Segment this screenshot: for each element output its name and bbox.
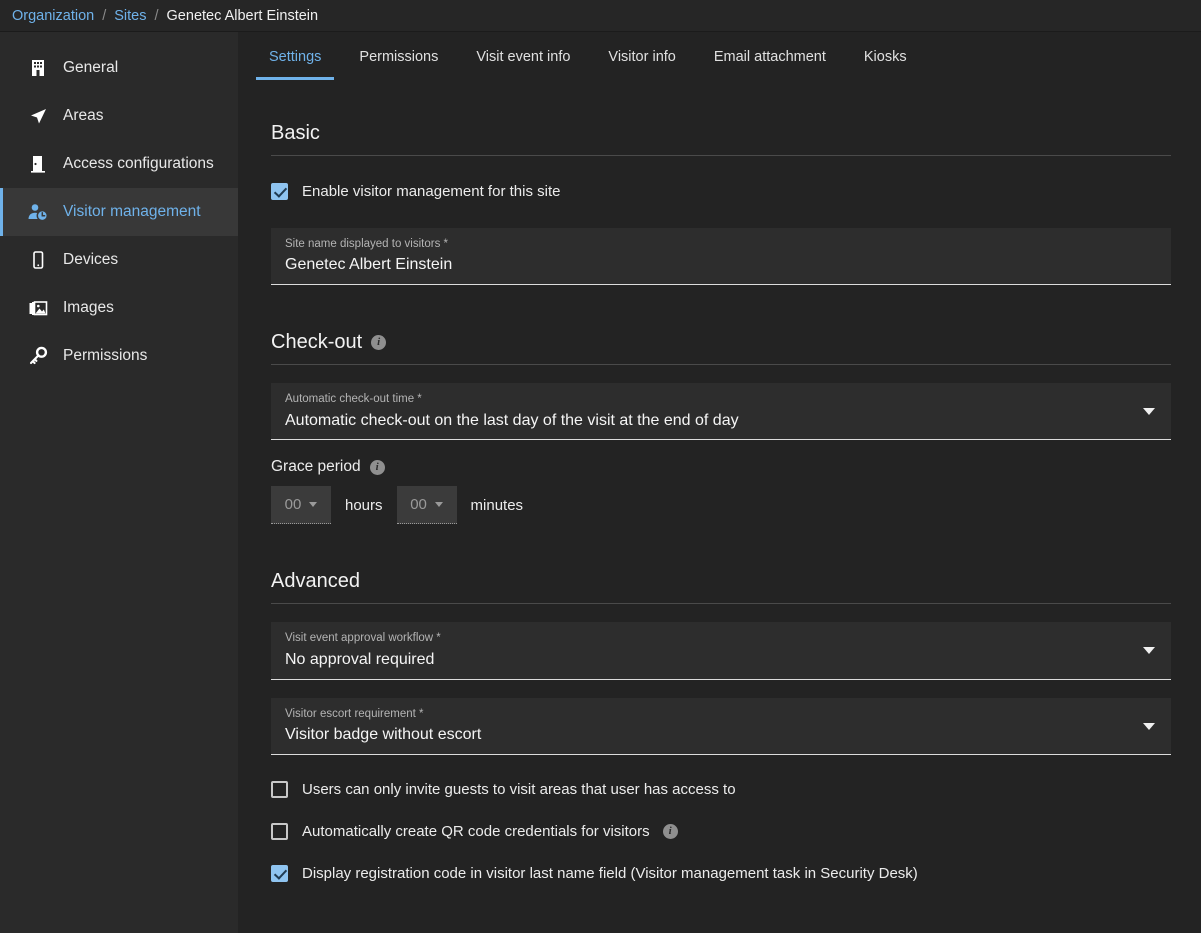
sidebar-item-label: Areas <box>63 107 104 125</box>
automatic-checkout-time-label: Automatic check-out time * <box>285 392 1157 406</box>
chevron-down-icon[interactable] <box>1143 408 1155 415</box>
chevron-down-icon <box>309 502 317 507</box>
tab-visitor-info[interactable]: Visitor info <box>595 49 688 80</box>
enable-visitor-management-checkbox[interactable] <box>271 183 288 200</box>
section-divider <box>271 364 1171 365</box>
tab-permissions[interactable]: Permissions <box>346 49 451 80</box>
info-icon[interactable]: i <box>663 824 678 839</box>
auto-qr-credentials-checkbox[interactable] <box>271 823 288 840</box>
automatic-checkout-time-select[interactable]: Automatic check-out time * Automatic che… <box>271 383 1171 440</box>
breadcrumb-organization[interactable]: Organization <box>12 8 94 24</box>
grace-period-row: 00 hours 00 minutes <box>271 486 1171 524</box>
section-title-checkout-text: Check-out <box>271 331 362 354</box>
sidebar-item-label: Devices <box>63 251 118 269</box>
sidebar-item-label: Permissions <box>63 347 147 365</box>
tab-email-attachment[interactable]: Email attachment <box>701 49 839 80</box>
grace-period-minutes-select[interactable]: 00 <box>397 486 457 524</box>
display-registration-code-row[interactable]: Display registration code in visitor las… <box>271 857 1171 891</box>
tab-settings[interactable]: Settings <box>256 49 334 80</box>
section-divider <box>271 603 1171 604</box>
main-content: Settings Permissions Visit event info Vi… <box>238 32 1201 933</box>
sidebar-item-label: Images <box>63 299 114 317</box>
site-name-label: Site name displayed to visitors * <box>285 237 1157 251</box>
grace-period-minutes-unit: minutes <box>471 497 524 514</box>
auto-qr-credentials-label: Automatically create QR code credentials… <box>302 823 650 840</box>
escort-requirement-select[interactable]: Visitor escort requirement * Visitor bad… <box>271 698 1171 755</box>
sidebar-item-label: Visitor management <box>63 203 201 221</box>
mobile-phone-icon <box>27 249 49 271</box>
breadcrumb-separator: / <box>155 8 159 24</box>
sidebar-item-permissions[interactable]: Permissions <box>0 332 238 380</box>
sidebar-item-areas[interactable]: Areas <box>0 92 238 140</box>
section-title-basic-text: Basic <box>271 122 320 145</box>
tab-visit-event-info[interactable]: Visit event info <box>463 49 583 80</box>
section-title-advanced: Advanced <box>271 570 1171 603</box>
escort-requirement-label: Visitor escort requirement * <box>285 707 1157 721</box>
grace-period-hours-select[interactable]: 00 <box>271 486 331 524</box>
site-name-field[interactable]: Site name displayed to visitors * Genete… <box>271 228 1171 285</box>
auto-qr-credentials-row[interactable]: Automatically create QR code credentials… <box>271 815 1171 849</box>
approval-workflow-select[interactable]: Visit event approval workflow * No appro… <box>271 622 1171 679</box>
info-icon[interactable]: i <box>370 460 385 475</box>
sidebar: General Areas Access configurations <box>0 32 238 933</box>
enable-visitor-management-row[interactable]: Enable visitor management for this site <box>271 174 1171 208</box>
chevron-down-icon[interactable] <box>1143 647 1155 654</box>
sidebar-item-label: General <box>63 59 118 77</box>
key-icon <box>27 345 49 367</box>
chevron-down-icon <box>435 502 443 507</box>
sidebar-item-images[interactable]: Images <box>0 284 238 332</box>
tab-bar: Settings Permissions Visit event info Vi… <box>238 32 1201 80</box>
invite-guests-restriction-label: Users can only invite guests to visit ar… <box>302 781 736 798</box>
breadcrumb: Organization / Sites / Genetec Albert Ei… <box>0 0 1201 32</box>
building-icon <box>27 57 49 79</box>
chevron-down-icon[interactable] <box>1143 723 1155 730</box>
approval-workflow-value: No approval required <box>285 650 1157 671</box>
tab-kiosks[interactable]: Kiosks <box>851 49 920 80</box>
breadcrumb-separator: / <box>102 8 106 24</box>
door-icon <box>27 153 49 175</box>
invite-guests-restriction-checkbox[interactable] <box>271 781 288 798</box>
section-title-basic: Basic <box>271 122 1171 155</box>
breadcrumb-sites[interactable]: Sites <box>114 8 146 24</box>
display-registration-code-label: Display registration code in visitor las… <box>302 865 918 882</box>
sidebar-item-visitor-management[interactable]: Visitor management <box>0 188 238 236</box>
info-icon[interactable]: i <box>371 335 386 350</box>
grace-period-label: Grace period <box>271 458 361 476</box>
sidebar-item-access-configurations[interactable]: Access configurations <box>0 140 238 188</box>
invite-guests-restriction-row[interactable]: Users can only invite guests to visit ar… <box>271 773 1171 807</box>
section-title-advanced-text: Advanced <box>271 570 360 593</box>
grace-period-hours-unit: hours <box>345 497 383 514</box>
photos-icon <box>27 297 49 319</box>
sidebar-item-devices[interactable]: Devices <box>0 236 238 284</box>
sidebar-item-label: Access configurations <box>63 155 214 173</box>
section-title-checkout: Check-out i <box>271 331 1171 364</box>
automatic-checkout-time-value: Automatic check-out on the last day of t… <box>285 411 1157 432</box>
grace-period-minutes-value: 00 <box>410 496 427 513</box>
display-registration-code-checkbox[interactable] <box>271 865 288 882</box>
app-shell: General Areas Access configurations <box>0 32 1201 933</box>
site-name-input[interactable]: Genetec Albert Einstein <box>285 255 1157 276</box>
escort-requirement-value: Visitor badge without escort <box>285 725 1157 746</box>
navigation-arrow-icon <box>27 105 49 127</box>
sidebar-item-general[interactable]: General <box>0 44 238 92</box>
grace-period-header: Grace period i <box>271 458 1171 476</box>
section-divider <box>271 155 1171 156</box>
breadcrumb-current-site: Genetec Albert Einstein <box>167 8 319 24</box>
settings-form: Basic Enable visitor management for this… <box>238 80 1201 891</box>
approval-workflow-label: Visit event approval workflow * <box>285 631 1157 645</box>
grace-period-hours-value: 00 <box>285 496 302 513</box>
person-clock-icon <box>27 201 49 223</box>
enable-visitor-management-label: Enable visitor management for this site <box>302 183 560 200</box>
